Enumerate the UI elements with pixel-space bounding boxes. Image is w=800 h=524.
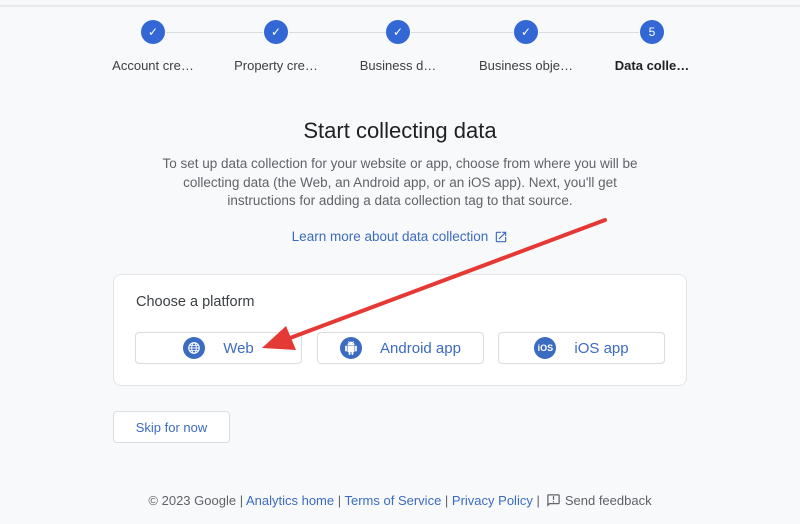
copyright: © 2023 Google (148, 493, 237, 508)
send-feedback-label: Send feedback (564, 493, 652, 508)
step-account-creation[interactable]: ✓ Account cre… (88, 20, 218, 73)
learn-more-link[interactable]: Learn more about data collection (0, 229, 800, 244)
android-platform-button[interactable]: Android app (317, 332, 484, 364)
step-label: Account cre… (112, 58, 194, 73)
page-description: To set up data collection for your websi… (162, 156, 638, 208)
analytics-home-link[interactable]: Analytics home (246, 493, 334, 508)
step-number: 5 (640, 20, 664, 44)
privacy-policy-link[interactable]: Privacy Policy (452, 493, 533, 508)
terms-of-service-link[interactable]: Terms of Service (345, 493, 442, 508)
globe-icon (183, 337, 206, 359)
android-icon (340, 337, 363, 359)
ios-label: iOS app (574, 339, 629, 357)
page-title: Start collecting data (303, 118, 497, 143)
top-divider (0, 5, 800, 7)
step-property-creation[interactable]: ✓ Property cre… (211, 20, 341, 73)
check-icon: ✓ (514, 20, 538, 44)
feedback-icon (547, 494, 560, 507)
check-icon: ✓ (386, 20, 410, 44)
setup-stepper: ✓ Account cre… ✓ Property cre… ✓ Busines… (0, 20, 800, 80)
skip-for-now-button[interactable]: Skip for now (113, 411, 230, 443)
check-icon: ✓ (264, 20, 288, 44)
step-data-collection[interactable]: 5 Data colle… (587, 20, 717, 73)
web-platform-button[interactable]: Web (135, 332, 302, 364)
step-business-details[interactable]: ✓ Business d… (333, 20, 463, 73)
step-label: Business d… (359, 58, 437, 73)
step-business-objectives[interactable]: ✓ Business obje… (461, 20, 591, 73)
footer: © 2023 Google | Analytics home | Terms o… (0, 493, 800, 508)
card-title: Choose a platform (136, 294, 255, 310)
separator: | (441, 493, 452, 508)
separator: | (236, 493, 246, 508)
step-label: Data colle… (614, 58, 690, 73)
ios-icon: iOS (534, 337, 557, 359)
ios-platform-button[interactable]: iOS iOS app (498, 332, 665, 364)
step-label: Property cre… (234, 58, 318, 73)
separator: | (334, 493, 345, 508)
step-label: Business obje… (479, 58, 573, 73)
learn-more-label: Learn more about data collection (291, 229, 489, 244)
android-label: Android app (380, 339, 461, 357)
separator: | (532, 493, 540, 508)
send-feedback-button[interactable]: Send feedback (540, 493, 652, 508)
platform-card: Choose a platform Web Android app iOS iO… (113, 274, 687, 386)
external-link-icon (496, 231, 507, 243)
check-icon: ✓ (141, 20, 165, 44)
web-label: Web (223, 339, 254, 357)
